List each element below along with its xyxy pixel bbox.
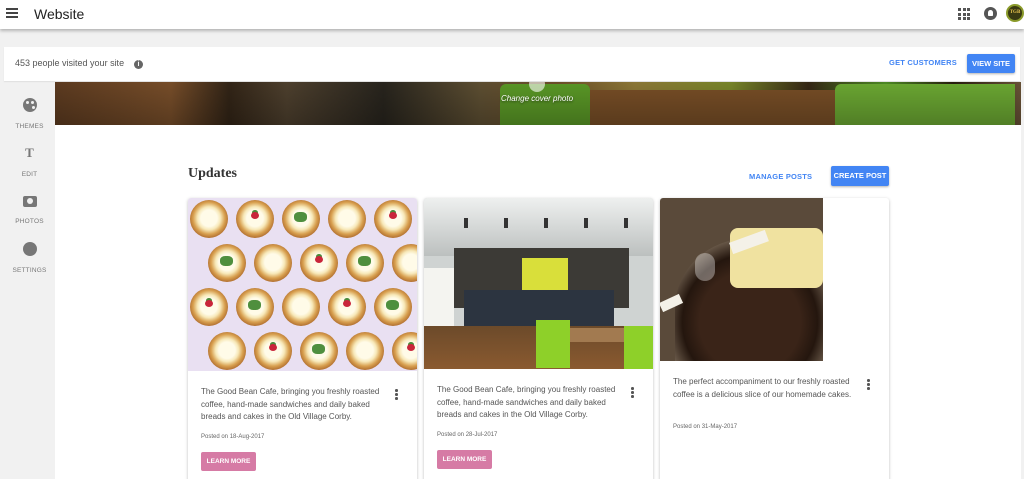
post-image-coffee-beans[interactable] [660,198,823,361]
sidebar-item-edit[interactable]: T EDIT [4,146,55,181]
post-card: The perfect accompaniment to our freshly… [660,198,889,479]
updates-heading: Updates [188,166,238,181]
cupcake-illustration [374,288,412,326]
post-card: The Good Bean Cafe, bringing you freshly… [188,198,417,479]
cupcake-illustration [236,200,274,238]
main-content: Change cover photo Updates MANAGE POSTS … [55,82,1021,479]
post-text: The perfect accompaniment to our freshly… [673,377,852,399]
more-options-icon[interactable] [867,379,870,391]
cupcake-illustration [190,200,228,238]
change-cover-photo-label[interactable]: Change cover photo [501,94,573,103]
sidebar-item-settings[interactable]: SETTINGS [4,242,55,277]
get-customers-button[interactable]: GET CUSTOMERS [878,58,968,67]
learn-more-button[interactable]: LEARN MORE [437,450,492,469]
post-date: Posted on 18-Aug-2017 [201,434,265,440]
visitor-count-text: 453 people visited your site [15,58,125,68]
image-detail [695,253,715,281]
learn-more-button[interactable]: LEARN MORE [201,452,256,471]
info-icon[interactable]: i [134,60,143,69]
cupcake-illustration [282,200,320,238]
sidebar-item-label: SETTINGS [12,267,47,274]
post-card: The Good Bean Cafe, bringing you freshly… [424,198,653,479]
post-text: The Good Bean Cafe, bringing you freshly… [201,387,380,421]
image-detail [504,218,508,228]
add-photo-icon [22,196,37,207]
cupcake-illustration [346,332,384,370]
text-format-icon: T [25,145,34,160]
hamburger-menu-icon[interactable] [6,8,18,20]
sidebar-item-label: THEMES [15,123,44,130]
sidebar-item-themes[interactable]: THEMES [4,98,55,133]
settings-gear-icon [22,242,37,256]
cupcake-illustration [254,244,292,282]
top-app-bar: Website TGB [0,0,1024,29]
cupcake-illustration [236,288,274,326]
manage-posts-button[interactable]: MANAGE POSTS [749,172,812,181]
cupcake-illustration [374,200,412,238]
cupcake-illustration [300,332,338,370]
cupcake-illustration [190,288,228,326]
image-detail [584,218,588,228]
image-detail [544,218,548,228]
view-site-button[interactable]: VIEW SITE [967,54,1015,73]
cupcake-illustration [208,332,246,370]
left-navigation-rail: THEMES T EDIT PHOTOS SETTINGS [4,86,55,479]
cupcake-illustration [328,288,366,326]
visits-bar: 453 people visited your site i GET CUSTO… [4,47,1020,81]
app-title: Website [34,6,85,22]
post-date: Posted on 31-May-2017 [673,424,738,430]
image-detail [624,326,653,369]
post-image-cupcakes[interactable] [188,198,417,371]
post-text: The Good Bean Cafe, bringing you freshly… [437,385,616,419]
cupcake-illustration [328,200,366,238]
post-date: Posted on 28-Jul-2017 [437,432,498,438]
image-detail [624,218,628,228]
cupcake-illustration [392,332,417,370]
cupcake-illustration [208,244,246,282]
more-options-icon[interactable] [631,387,634,399]
create-post-button[interactable]: CREATE POST [831,166,889,186]
image-detail [464,218,468,228]
palette-icon [22,98,37,112]
cupcake-illustration [300,244,338,282]
more-options-icon[interactable] [395,389,398,401]
image-detail [536,320,570,368]
apps-grid-icon[interactable] [958,8,970,20]
sidebar-item-label: EDIT [21,171,38,178]
avatar[interactable]: TGB [1006,4,1024,22]
sidebar-item-photos[interactable]: PHOTOS [4,194,55,228]
cupcake-illustration [392,244,417,282]
sidebar-item-label: PHOTOS [15,218,44,225]
cover-photo[interactable]: Change cover photo [55,82,1021,125]
notifications-icon[interactable] [984,7,997,20]
post-image-cafe-interior[interactable] [424,198,653,369]
cupcake-illustration [282,288,320,326]
cupcake-illustration [254,332,292,370]
cupcake-illustration [346,244,384,282]
